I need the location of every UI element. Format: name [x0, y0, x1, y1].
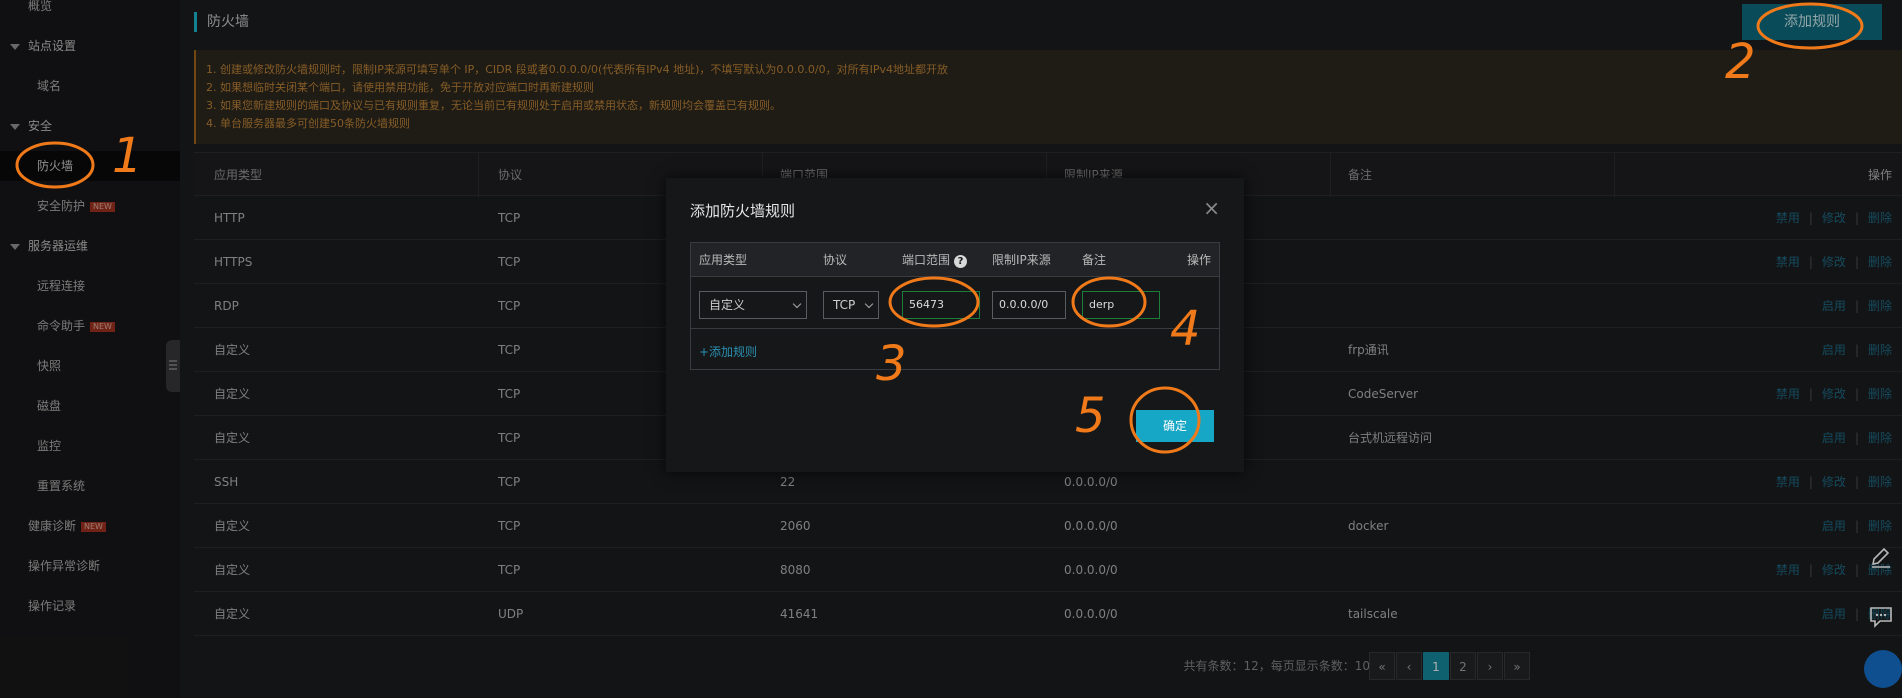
app-type-select[interactable]: 自定义	[699, 291, 807, 319]
app-type-value: 自定义	[709, 298, 746, 312]
dialog-header-ip-source: 限制IP来源	[992, 253, 1051, 267]
dialog-rule-table: 应用类型 协议 端口范围? 限制IP来源 备注 操作 自定义 TCP 56473…	[690, 242, 1220, 370]
note-input[interactable]: derp	[1082, 291, 1160, 319]
support-bubble-icon[interactable]	[1864, 650, 1902, 688]
chevron-down-icon	[792, 299, 802, 309]
port-range-input[interactable]: 56473	[902, 291, 980, 319]
dialog-header-protocol: 协议	[823, 253, 848, 267]
close-icon[interactable]: ×	[1203, 196, 1220, 220]
edit-pen-icon[interactable]	[1868, 544, 1894, 570]
protocol-value: TCP	[833, 298, 856, 312]
dialog-rule-row: 自定义 TCP 56473 0.0.0.0/0 derp	[691, 277, 1219, 329]
app: 概览 站点设置 域名 安全 防火墙 安全防护 NEW 服务器运维 远程连接 命令助…	[0, 0, 1902, 698]
dialog-title: 添加防火墙规则	[690, 202, 796, 220]
protocol-select[interactable]: TCP	[823, 291, 879, 319]
dialog-header-note: 备注	[1082, 253, 1107, 267]
dialog-table-header: 应用类型 协议 端口范围? 限制IP来源 备注 操作	[691, 243, 1219, 277]
add-firewall-rule-dialog: 添加防火墙规则 × 应用类型 协议 端口范围? 限制IP来源 备注 操作 自定义…	[666, 178, 1244, 472]
dialog-header-actions: 操作	[1187, 253, 1212, 267]
dialog-header-app-type: 应用类型	[699, 253, 748, 267]
chat-bubble-icon[interactable]	[1868, 604, 1894, 630]
add-rule-link[interactable]: +添加规则	[699, 343, 757, 360]
help-question-icon[interactable]: ?	[954, 255, 968, 268]
confirm-button[interactable]: 确定	[1136, 410, 1214, 442]
chevron-down-icon	[864, 299, 874, 309]
ip-source-input[interactable]: 0.0.0.0/0	[992, 291, 1066, 319]
dialog-header-port-range: 端口范围?	[902, 243, 968, 277]
dialog-header-port-range-label: 端口范围	[902, 253, 951, 267]
